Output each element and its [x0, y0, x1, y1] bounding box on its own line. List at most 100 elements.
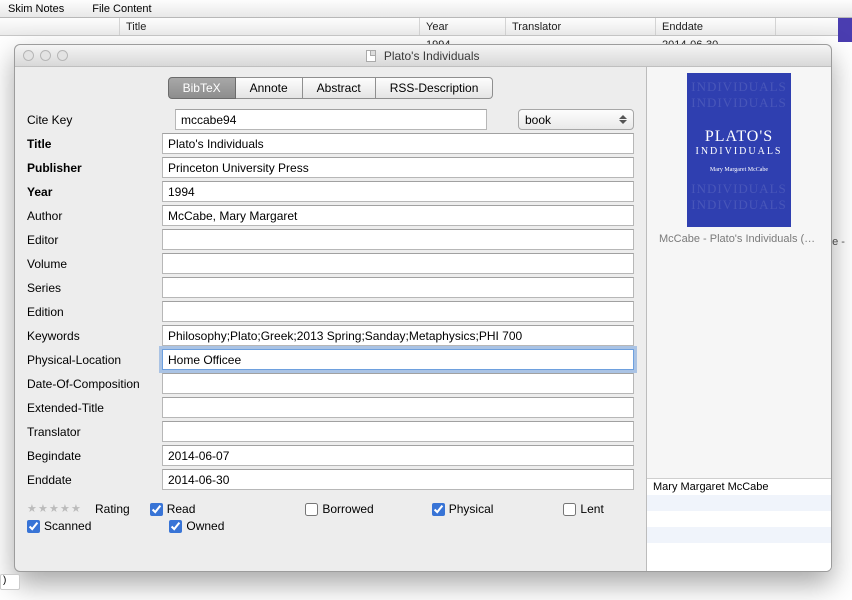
cover-title-line2: INDIVIDUALS [696, 146, 783, 157]
field-label: Author [27, 209, 162, 223]
field-label: Translator [27, 425, 162, 439]
cite-key-field[interactable] [175, 109, 487, 130]
cover-author: Mary Margaret McCabe [710, 167, 768, 173]
borrowed-checkbox[interactable] [305, 503, 318, 516]
check-physical[interactable]: Physical [432, 502, 494, 516]
list-item[interactable] [647, 527, 831, 543]
field-row: Edition [27, 301, 634, 322]
col-title[interactable]: Title [120, 18, 420, 35]
field-input-author[interactable] [162, 205, 634, 226]
field-row: Begindate [27, 445, 634, 466]
field-row: Series [27, 277, 634, 298]
field-row: Physical-Location [27, 349, 634, 370]
zoom-icon[interactable] [57, 50, 68, 61]
field-input-translator[interactable] [162, 421, 634, 442]
rating-label: Rating [95, 502, 130, 516]
star-icon: ★ [60, 504, 70, 514]
field-row: Title [27, 133, 634, 154]
right-accent-strip [838, 18, 852, 42]
preview-caption: McCabe - Plato's Individuals (1994) [659, 233, 819, 245]
field-input-keywords[interactable] [162, 325, 634, 346]
field-row: Date-Of-Composition [27, 373, 634, 394]
field-input-extended-title[interactable] [162, 397, 634, 418]
entry-type-select[interactable]: book [518, 109, 634, 130]
field-row: Enddate [27, 469, 634, 490]
row-cite-key: Cite Key book [27, 109, 634, 130]
field-label: Volume [27, 257, 162, 271]
list-item[interactable]: Mary Margaret McCabe [647, 479, 831, 495]
field-label: Publisher [27, 161, 162, 175]
field-input-editor[interactable] [162, 229, 634, 250]
editor-window: Plato's Individuals BibTeX Annote Abstra… [14, 44, 832, 572]
tab-abstract[interactable]: Abstract [303, 77, 376, 99]
window-title: Plato's Individuals [15, 49, 831, 63]
field-label: Title [27, 137, 162, 151]
field-input-begindate[interactable] [162, 445, 634, 466]
tab-annote[interactable]: Annote [236, 77, 303, 99]
cover-title-line1: PLATO'S [705, 128, 773, 146]
field-row: Translator [27, 421, 634, 442]
tab-rss-description[interactable]: RSS-Description [376, 77, 494, 99]
field-label: Series [27, 281, 162, 295]
col-translator[interactable]: Translator [506, 18, 656, 35]
close-icon[interactable] [23, 50, 34, 61]
tab-bar: BibTeX Annote Abstract RSS-Description [168, 77, 494, 99]
check-scanned[interactable]: Scanned [27, 519, 91, 533]
author-list[interactable]: Mary Margaret McCabe [647, 479, 831, 571]
field-label: Keywords [27, 329, 162, 343]
tab-bibtex[interactable]: BibTeX [168, 77, 236, 99]
field-row: Volume [27, 253, 634, 274]
list-item[interactable] [647, 495, 831, 511]
field-label: Edition [27, 305, 162, 319]
field-input-date-of-composition[interactable] [162, 373, 634, 394]
col-year[interactable]: Year [420, 18, 506, 35]
document-icon [366, 50, 376, 62]
cite-key-label: Cite Key [27, 113, 175, 127]
field-input-edition[interactable] [162, 301, 634, 322]
field-label: Enddate [27, 473, 162, 487]
field-input-physical-location[interactable] [162, 349, 634, 370]
check-read[interactable]: Read [150, 502, 196, 516]
field-input-volume[interactable] [162, 253, 634, 274]
read-checkbox[interactable] [150, 503, 163, 516]
check-lent[interactable]: Lent [563, 502, 603, 516]
field-label: Begindate [27, 449, 162, 463]
bg-column-headers: Title Year Translator Enddate [0, 18, 852, 36]
field-label: Extended-Title [27, 401, 162, 415]
field-input-title[interactable] [162, 133, 634, 154]
field-input-publisher[interactable] [162, 157, 634, 178]
list-item[interactable] [647, 511, 831, 527]
field-row: Extended-Title [27, 397, 634, 418]
rating-stars[interactable]: ★ ★ ★ ★ ★ [27, 504, 81, 514]
lent-checkbox[interactable] [563, 503, 576, 516]
star-icon: ★ [27, 504, 37, 514]
minimize-icon[interactable] [40, 50, 51, 61]
field-input-year[interactable] [162, 181, 634, 202]
check-borrowed[interactable]: Borrowed [305, 502, 373, 516]
field-row: Publisher [27, 157, 634, 178]
field-row: Keywords [27, 325, 634, 346]
check-owned[interactable]: Owned [169, 519, 224, 533]
field-row: Year [27, 181, 634, 202]
field-row: Editor [27, 229, 634, 250]
bg-tab-bar: Skim Notes File Content [0, 0, 852, 18]
field-row: Author [27, 205, 634, 226]
scanned-checkbox[interactable] [27, 520, 40, 533]
field-input-series[interactable] [162, 277, 634, 298]
star-icon: ★ [71, 504, 81, 514]
field-label: Date-Of-Composition [27, 377, 162, 391]
field-label: Physical-Location [27, 353, 162, 367]
titlebar[interactable]: Plato's Individuals [15, 45, 831, 67]
bg-tab-skim-notes[interactable]: Skim Notes [8, 3, 64, 15]
field-label: Year [27, 185, 162, 199]
field-label: Editor [27, 233, 162, 247]
star-icon: ★ [49, 504, 59, 514]
bg-tab-file-content[interactable]: File Content [92, 3, 151, 15]
footer-fragment: ) [0, 574, 20, 590]
owned-checkbox[interactable] [169, 520, 182, 533]
cover-preview: INDIVIDUALS INDIVIDUALS INDIVIDUALS INDI… [647, 67, 831, 479]
col-enddate[interactable]: Enddate [656, 18, 776, 35]
field-input-enddate[interactable] [162, 469, 634, 490]
physical-checkbox[interactable] [432, 503, 445, 516]
book-cover[interactable]: INDIVIDUALS INDIVIDUALS INDIVIDUALS INDI… [687, 73, 791, 227]
